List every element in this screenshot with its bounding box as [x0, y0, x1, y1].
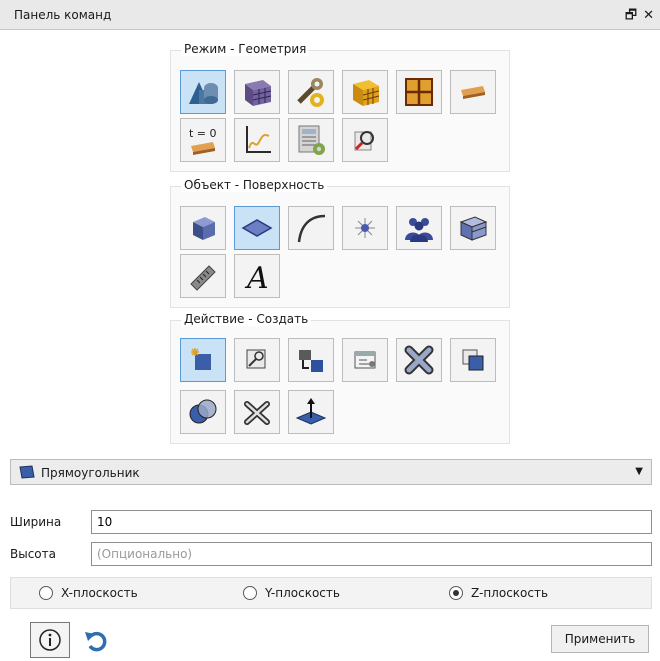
rectangle-icon: [19, 465, 35, 479]
surface-icon: [241, 219, 273, 237]
geometry-mode-icon: [189, 82, 218, 104]
group-icon: [405, 218, 433, 242]
close-icon[interactable]: ✕: [643, 8, 654, 23]
vertex-icon: [355, 218, 375, 238]
mode-group-label: Режим - Геометрия: [181, 42, 310, 56]
radio-indicator-selected: [449, 586, 463, 600]
block-mode-icon: [353, 80, 380, 106]
copy-button[interactable]: [450, 338, 496, 382]
transform-button[interactable]: [288, 338, 334, 382]
transform-icon: [299, 350, 323, 372]
group-button[interactable]: [396, 206, 442, 250]
split-button[interactable]: [234, 390, 280, 434]
split-icon: [244, 401, 270, 425]
delete-button[interactable]: [396, 338, 442, 382]
undo-icon[interactable]: [82, 626, 110, 654]
volume-icon: [193, 217, 215, 240]
chevron-down-icon: ▼: [635, 466, 643, 477]
tools-mode-icon: [297, 78, 324, 107]
text-icon: A: [244, 261, 269, 294]
width-field[interactable]: [91, 510, 652, 534]
plane-radio-group: X-плоскость Y-плоскость Z-плоскость: [10, 577, 652, 609]
volume-button[interactable]: [180, 206, 226, 250]
normal-icon: [295, 398, 327, 425]
surface-button[interactable]: [234, 206, 280, 250]
command-panel-titlebar: Панель команд 🗗 ✕: [0, 0, 660, 30]
window-controls: 🗗 ✕: [619, 6, 654, 28]
create-button[interactable]: [180, 338, 226, 382]
curve-icon: [297, 214, 326, 243]
panel-title: Панель команд: [14, 8, 112, 22]
grid-mode-icon: [405, 78, 433, 106]
z-plane-radio[interactable]: Z-плоскость: [449, 586, 548, 600]
mesh-mode-button[interactable]: [234, 70, 280, 114]
measure-button[interactable]: [180, 254, 226, 298]
info-icon: [39, 629, 61, 651]
modify-icon: [246, 349, 266, 369]
body-icon: [459, 216, 488, 241]
x-plane-radio[interactable]: X-плоскость: [39, 586, 138, 600]
action-group-label: Действие - Создать: [181, 312, 312, 326]
svg-text:t = 0: t = 0: [189, 127, 217, 140]
delete-icon: [404, 345, 434, 375]
boolean-button[interactable]: [180, 390, 226, 434]
create-icon: [191, 348, 211, 370]
text-button[interactable]: A: [234, 254, 280, 298]
vertex-button[interactable]: [342, 206, 388, 250]
block-mode-button[interactable]: [342, 70, 388, 114]
boolean-icon: [189, 399, 217, 424]
apply-button[interactable]: Применить: [551, 625, 649, 653]
modify-button[interactable]: [234, 338, 280, 382]
width-label: Ширина: [10, 515, 62, 529]
plot-mode-icon: [246, 126, 271, 153]
normal-button[interactable]: [288, 390, 334, 434]
shape-dropdown[interactable]: Прямоугольник ▼: [10, 459, 652, 485]
properties-button[interactable]: [342, 338, 388, 382]
mesh-mode-icon: [245, 80, 272, 106]
dropdown-selected-label: Прямоугольник: [41, 466, 140, 480]
copy-icon: [462, 349, 484, 371]
time-mode-button[interactable]: t = 0: [180, 118, 226, 162]
beam-mode-icon: [461, 86, 485, 99]
svg-text:A: A: [244, 261, 269, 294]
body-button[interactable]: [450, 206, 496, 250]
y-plane-radio[interactable]: Y-плоскость: [243, 586, 340, 600]
info-button[interactable]: [30, 622, 70, 658]
grid-mode-button[interactable]: [396, 70, 442, 114]
properties-icon: [354, 351, 376, 369]
y-plane-label: Y-плоскость: [265, 586, 340, 600]
plot-mode-button[interactable]: [234, 118, 280, 162]
z-plane-label: Z-плоскость: [471, 586, 549, 600]
geometry-mode-button[interactable]: [180, 70, 226, 114]
measure-icon: [190, 265, 216, 291]
calculator-mode-icon: [298, 125, 325, 155]
time-mode-icon: t = 0: [189, 127, 217, 155]
object-group-label: Объект - Поверхность: [181, 178, 328, 192]
calculator-mode-button[interactable]: [288, 118, 334, 162]
restore-icon[interactable]: 🗗: [625, 8, 637, 23]
beam-mode-button[interactable]: [450, 70, 496, 114]
tools-mode-button[interactable]: [288, 70, 334, 114]
radio-indicator: [243, 586, 257, 600]
curve-button[interactable]: [288, 206, 334, 250]
zoom-mode-button[interactable]: [342, 118, 388, 162]
x-plane-label: X-плоскость: [61, 586, 138, 600]
height-label: Высота: [10, 547, 56, 561]
radio-indicator: [39, 586, 53, 600]
zoom-mode-icon: [354, 131, 374, 151]
height-field[interactable]: [91, 542, 652, 566]
